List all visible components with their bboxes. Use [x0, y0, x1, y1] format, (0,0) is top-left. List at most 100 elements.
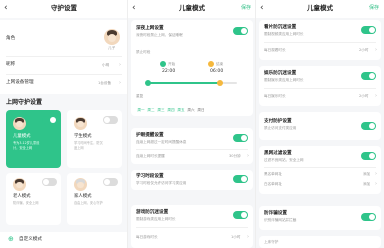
whitelist-value[interactable]: 添加 [363, 182, 370, 187]
late-night-card: 深夜上网设置 深夜时段禁止上网，保证睡眠 禁止时段 开始 22:00 结束 06… [131, 20, 253, 116]
late-night-desc: 深夜时段禁止上网，保证睡眠 [136, 33, 183, 37]
chevron-right-icon: › [375, 181, 377, 187]
repeat-label: 重复 [136, 94, 144, 98]
payment-toggle[interactable] [361, 122, 376, 130]
mode-card-elderly[interactable]: 老人模式 防诈骗，安全上网 [6, 173, 61, 225]
weekday[interactable]: 周一 [136, 108, 146, 113]
game-row-value[interactable]: 1小时 [231, 235, 240, 240]
entertainment-row-label: 每日娱乐时长 [264, 94, 286, 98]
blacklist-value[interactable]: 添加 [363, 172, 370, 177]
start-label: 开始 [168, 62, 176, 66]
web-filter-title: 黑网过滤设置 [264, 151, 292, 156]
save-button[interactable]: 保存 [369, 5, 379, 12]
avatar[interactable] [104, 29, 120, 45]
late-night-toggle[interactable] [233, 27, 248, 35]
profile-card: 角色 儿子 昵称 小明 › 上网设备管理 1台设备 › [0, 20, 127, 94]
study-title: 学习时段设置 [136, 174, 164, 179]
video-toggle[interactable] [361, 26, 376, 34]
game-toggle[interactable] [233, 211, 248, 219]
guard-settings-panel: ‹ 守护设置 角色 儿子 昵称 小明 › 上网设备管理 1台设备 › 上网守护设… [0, 0, 128, 248]
weekday[interactable]: 周三 [156, 108, 166, 113]
mode-card-student[interactable]: 学生模式 学习时间专注，防沉迷上网 [67, 110, 122, 168]
study-desc: 学习时段仅允许访问学习类应用 [136, 181, 187, 185]
role-label: 角色 [6, 36, 16, 41]
payment-title: 支付防护设置 [264, 119, 292, 124]
page-title: 儿童模式 [307, 4, 333, 12]
mode-toggle[interactable] [42, 178, 57, 186]
mode-toggle[interactable] [103, 116, 118, 124]
chevron-right-icon: › [375, 47, 377, 53]
payment-desc: 禁止访问支付类应用 [264, 126, 297, 130]
payment-card: 支付防护设置 禁止访问支付类应用 [259, 112, 381, 140]
bedtime-card[interactable]: 上床守护 [259, 236, 381, 248]
mode-card-family[interactable]: 家人模式 自由上网，安心守护 [67, 173, 122, 225]
weekday[interactable]: 周四 [166, 108, 176, 113]
late-night-title: 深夜上网设置 [136, 26, 164, 31]
anti-fraud-card: 防诈骗设置 识别诈骗网站并拦截 [259, 206, 381, 230]
web-filter-toggle[interactable] [361, 152, 376, 160]
game-card: 游戏防沉迷设置 限制游戏类应用上网时长 每日游戏时长 1小时 › [131, 205, 253, 248]
weekday[interactable]: 周五 [176, 108, 186, 113]
device-limit-label: 上网设备管理 [6, 80, 34, 85]
page-title: 儿童模式 [179, 4, 205, 12]
end-time[interactable]: 06:00 [210, 69, 223, 75]
mode-title: 家人模式 [74, 194, 92, 199]
entertainment-row-value[interactable]: 2小时 [359, 94, 368, 99]
eye-care-card: 护眼提醒设置 连续上网超过一定时间提醒休息 连续上网时长提醒 30分钟 › [131, 128, 253, 164]
header: ‹ 守护设置 [0, 0, 127, 18]
study-toggle[interactable] [233, 175, 248, 183]
eye-care-row-value[interactable]: 30分钟 [229, 154, 241, 159]
custom-mode-label: 自定义模式 [19, 237, 42, 242]
mode-toggle[interactable] [103, 178, 118, 186]
slider-handle[interactable] [217, 80, 223, 86]
chevron-right-icon: › [119, 80, 121, 86]
chevron-right-icon: › [119, 62, 121, 68]
weekday[interactable]: 周二 [146, 108, 156, 113]
entertainment-toggle[interactable] [361, 72, 376, 80]
mode-desc: 防诈骗，安全上网 [13, 201, 39, 205]
video-card: 看片防沉迷设置 限制视频类应用上网时长 每日观看时长 2小时 › [259, 20, 381, 60]
web-filter-card: 黑网过滤设置 过滤不良网站，安全上网 黑名单网址 添加 › 白名单网址 添加 › [259, 146, 381, 194]
game-row-label: 每日游戏时长 [136, 235, 158, 239]
custom-mode-button[interactable]: ⊕ 自定义模式 [0, 232, 127, 248]
section-title: 上网守护设置 [6, 99, 43, 106]
chevron-right-icon: › [247, 153, 249, 159]
page-title: 守护设置 [51, 4, 77, 12]
mode-desc: 专为3-12岁儿童设计，安全上网 [13, 141, 40, 150]
blacklist-label: 黑名单网址 [264, 172, 282, 176]
eye-care-toggle[interactable] [233, 134, 248, 142]
child-mode-panel-1: ‹ 儿童模式 保存 深夜上网设置 深夜时段禁止上网，保证睡眠 禁止时段 开始 2… [128, 0, 256, 248]
weekday[interactable]: 周六 [186, 108, 196, 113]
mode-desc: 自由上网，安心守护 [74, 201, 103, 205]
web-filter-desc: 过滤不良网站，安全上网 [264, 158, 304, 162]
video-title: 看片防沉迷设置 [264, 25, 297, 30]
mode-desc: 学习时间专注，防沉迷上网 [74, 141, 103, 150]
game-desc: 限制游戏类应用上网时长 [136, 217, 176, 221]
sun-icon [208, 61, 214, 67]
video-row-value[interactable]: 2小时 [359, 48, 368, 53]
chevron-right-icon: › [375, 171, 377, 177]
mode-toggle[interactable] [42, 116, 57, 124]
entertainment-desc: 限制娱乐类应用上网时长 [264, 78, 304, 82]
weekday-selector[interactable]: 周一 周二 周三 周四 周五 周六 周日 [136, 103, 252, 113]
start-time[interactable]: 22:00 [162, 69, 175, 75]
time-slider[interactable] [145, 80, 237, 86]
video-row-label: 每日观看时长 [264, 48, 286, 52]
mode-title: 儿童模式 [13, 134, 31, 139]
avatar [13, 178, 26, 191]
anti-fraud-desc: 识别诈骗网站并拦截 [264, 218, 297, 222]
mode-title: 老人模式 [13, 194, 31, 199]
slider-handle[interactable] [145, 80, 151, 86]
device-limit-value[interactable]: 1台设备 [98, 81, 111, 86]
chevron-right-icon: › [375, 93, 377, 99]
nickname-value[interactable]: 小明 [102, 63, 109, 68]
avatar-caption: 儿子 [108, 46, 116, 50]
mode-card-child[interactable]: 儿童模式 专为3-12岁儿童设计，安全上网 [6, 110, 61, 168]
weekday[interactable]: 周日 [196, 108, 206, 113]
anti-fraud-toggle[interactable] [361, 213, 376, 221]
save-button[interactable]: 保存 [241, 5, 251, 12]
header: ‹ 儿童模式 保存 [256, 0, 384, 18]
eye-care-row-label: 连续上网时长提醒 [136, 154, 165, 158]
study-card: 学习时段设置 学习时段仅允许访问学习类应用 [131, 170, 253, 190]
whitelist-label: 白名单网址 [264, 182, 282, 186]
